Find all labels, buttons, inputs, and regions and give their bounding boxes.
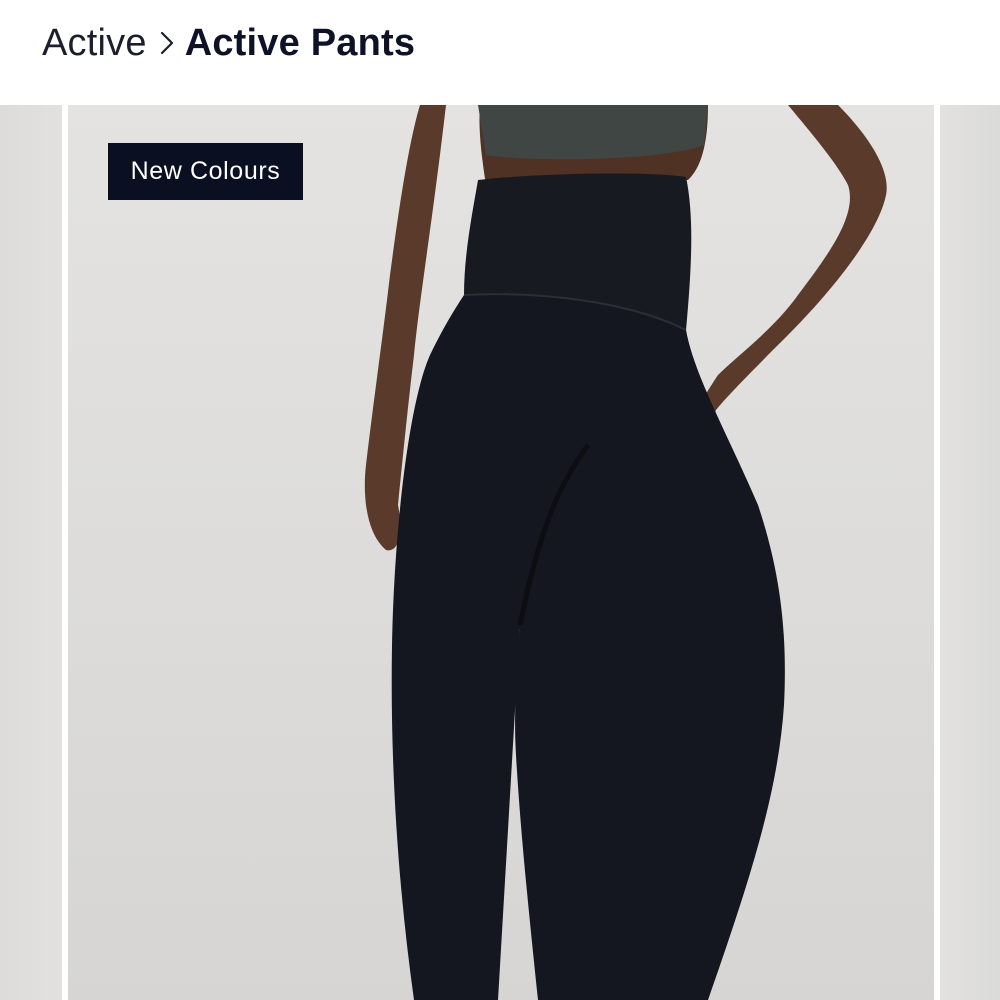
previous-image-peek[interactable] [0, 105, 62, 1000]
chevron-right-icon [159, 30, 175, 56]
next-image-peek[interactable] [940, 105, 1000, 1000]
breadcrumb-current-page: Active Pants [184, 21, 416, 64]
breadcrumb-link-active[interactable]: Active [42, 22, 147, 65]
product-image[interactable] [68, 105, 934, 1000]
model-illustration [364, 105, 887, 1000]
breadcrumb: Active Active Pants [42, 18, 415, 68]
product-image-gallery[interactable] [0, 105, 1000, 1000]
new-colours-badge: New Colours [108, 143, 303, 200]
